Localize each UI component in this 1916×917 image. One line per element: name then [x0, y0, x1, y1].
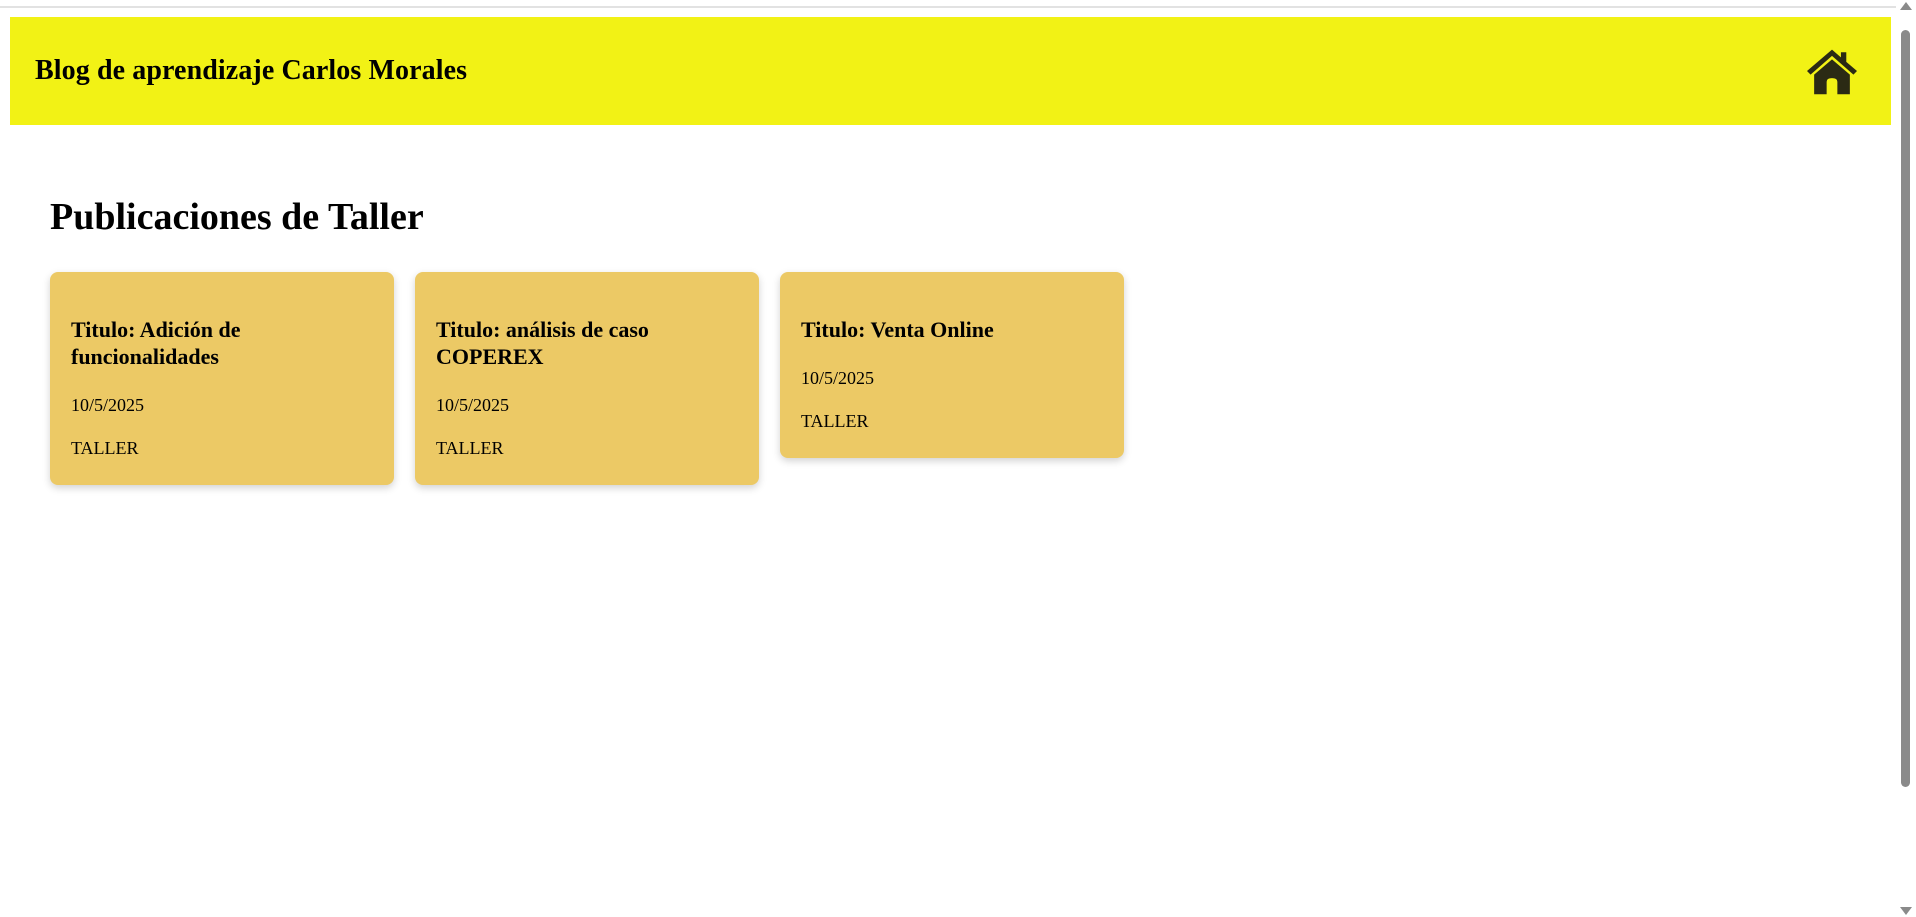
- publication-date: 10/5/2025: [436, 395, 510, 415]
- publication-category: TALLER: [801, 411, 869, 431]
- main-content: Publicaciones de Taller Titulo: Adición …: [50, 190, 1850, 485]
- top-divider: [0, 6, 1896, 8]
- publication-date: 10/5/2025: [71, 395, 145, 415]
- publication-card[interactable]: Titulo: Venta Online 10/5/2025 TALLER: [780, 272, 1124, 458]
- publication-card[interactable]: Titulo: análisis de caso COPEREX 10/5/20…: [415, 272, 759, 485]
- publication-title: Titulo: Venta Online: [801, 317, 994, 342]
- page: Blog de aprendizaje Carlos Morales Publi…: [0, 0, 1916, 917]
- scroll-up-arrow-icon[interactable]: [1900, 2, 1912, 10]
- home-icon: [1807, 49, 1857, 95]
- publication-category: TALLER: [436, 438, 504, 458]
- scrollbar-thumb[interactable]: [1901, 30, 1910, 787]
- publication-card[interactable]: Titulo: Adición de funcionalidades 10/5/…: [50, 272, 394, 485]
- site-header: Blog de aprendizaje Carlos Morales: [10, 17, 1891, 125]
- publication-title: Titulo: análisis de caso COPEREX: [436, 317, 649, 369]
- publication-list: Titulo: Adición de funcionalidades 10/5/…: [50, 272, 1850, 485]
- vertical-scrollbar[interactable]: [1896, 0, 1916, 917]
- publication-date: 10/5/2025: [801, 368, 875, 388]
- home-button[interactable]: [1803, 45, 1861, 97]
- site-title: Blog de aprendizaje Carlos Morales: [35, 55, 468, 86]
- publication-category: TALLER: [71, 438, 139, 458]
- scroll-down-arrow-icon[interactable]: [1900, 907, 1912, 915]
- publication-title: Titulo: Adición de funcionalidades: [71, 317, 241, 369]
- section-title: Publicaciones de Taller: [50, 196, 424, 238]
